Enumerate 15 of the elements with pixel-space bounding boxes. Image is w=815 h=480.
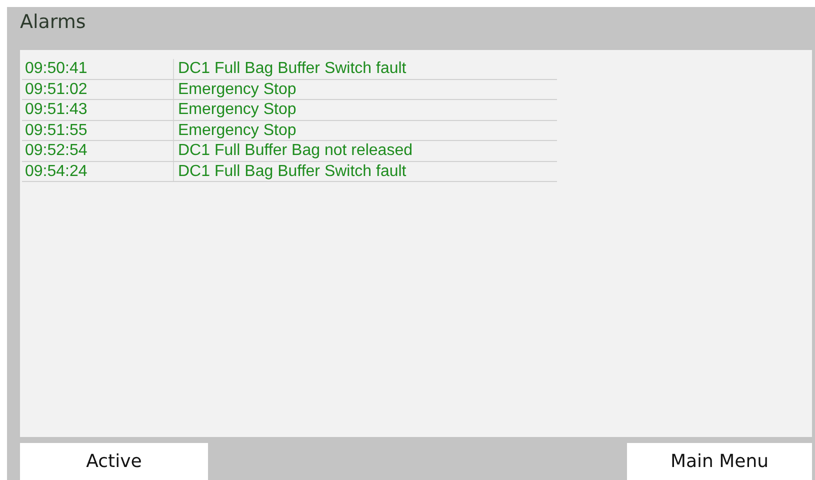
alarm-time: 09:50:41 [22,59,174,78]
alarm-time: 09:51:55 [22,120,174,140]
alarm-message: Emergency Stop [177,120,296,140]
alarm-message: Emergency Stop [177,100,296,120]
window-title: Alarms [20,10,87,35]
alarm-time: 09:51:02 [22,80,174,99]
alarm-message: DC1 Full Bag Buffer Switch fault [177,162,406,181]
alarm-time: 09:51:43 [22,100,174,120]
alarm-message: DC1 Full Buffer Bag not released [177,141,412,160]
active-button[interactable]: Active [20,443,208,480]
alarm-time: 09:54:24 [22,162,174,181]
alarm-message: Emergency Stop [177,80,296,99]
main-menu-button[interactable]: Main Menu [627,443,812,480]
alarm-message: DC1 Full Bag Buffer Switch fault [177,59,406,78]
alarm-time: 09:52:54 [22,141,174,160]
